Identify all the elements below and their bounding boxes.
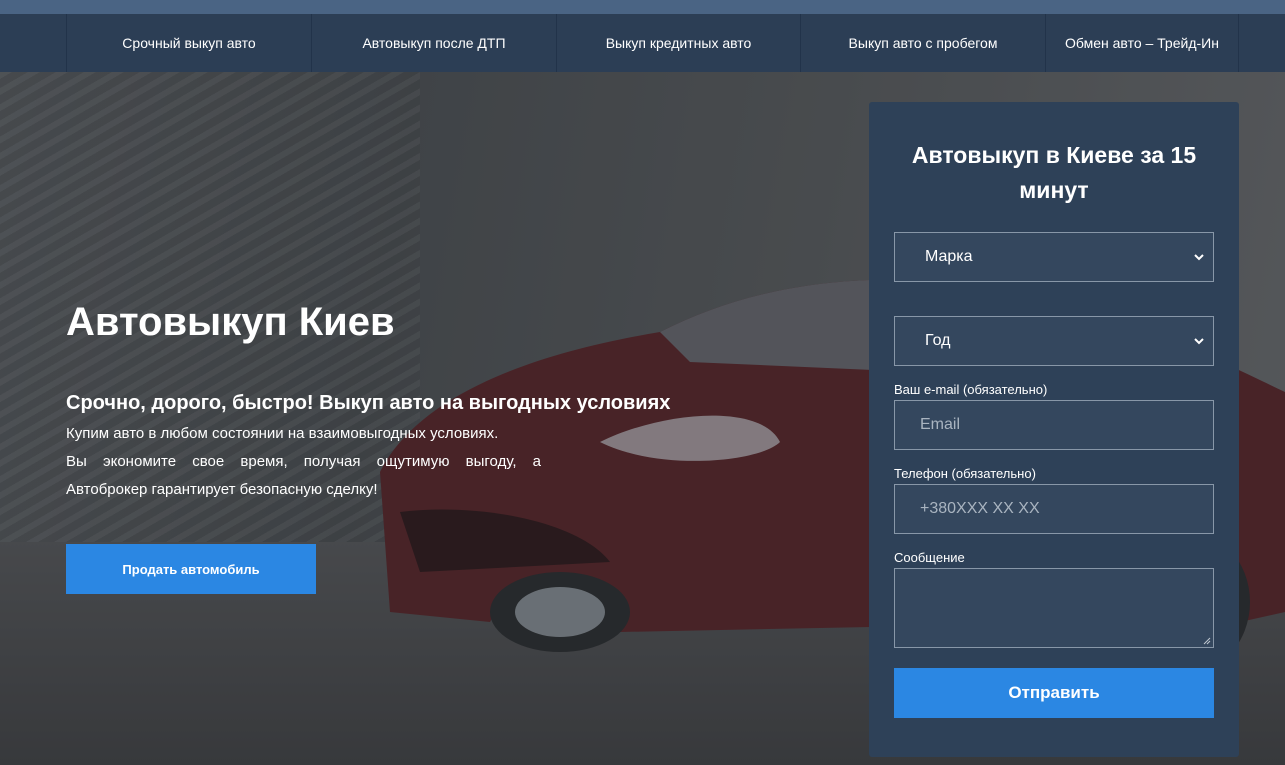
message-field[interactable] [894,568,1214,648]
nav-item-label: Выкуп авто с пробегом [848,35,998,51]
nav-item-trade-in[interactable]: Обмен авто – Трейд-Ин [1045,14,1239,72]
submit-button[interactable]: Отправить [894,668,1214,718]
message-label: Сообщение [894,550,965,565]
year-select-value: Год [925,332,951,349]
top-strip [0,0,1285,14]
hero-subtitle: Срочно, дорого, быстро! Выкуп авто на вы… [66,392,671,414]
sell-car-button[interactable]: Продать автомобиль [66,544,316,594]
email-placeholder: Email [920,416,961,433]
form-title: Автовыкуп в Киеве за 15 минут [911,142,1197,203]
chevron-down-icon [1194,254,1204,261]
hero-description-line2: Вы экономите свое время, получая ощутиму… [66,453,541,498]
nav-item-credit-cars[interactable]: Выкуп кредитных авто [556,14,800,72]
hero-description: Купим авто в любом состоянии на взаимовы… [66,420,541,504]
chevron-down-icon [1194,338,1204,345]
buyout-form: Автовыкуп в Киеве за 15 минут Марка Год … [869,102,1239,757]
nav-item-used-cars[interactable]: Выкуп авто с пробегом [800,14,1045,72]
nav-item-label: Обмен авто – Трейд-Ин [1065,35,1219,51]
phone-placeholder: +380XXX XX XX [920,500,1040,517]
nav-item-label: Срочный выкуп авто [122,35,256,51]
resize-grip-icon[interactable] [1203,637,1211,645]
hero-title: Автовыкуп Киев [66,300,395,344]
brand-select[interactable]: Марка [894,232,1214,282]
phone-field[interactable]: +380XXX XX XX [894,484,1214,534]
phone-label: Телефон (обязательно) [894,466,1036,481]
main-navigation: Срочный выкуп авто Автовыкуп после ДТП В… [0,14,1285,72]
nav-item-label: Выкуп кредитных авто [605,35,752,51]
nav-item-label: Автовыкуп после ДТП [362,35,506,51]
nav-item-after-accident[interactable]: Автовыкуп после ДТП [311,14,556,72]
brand-select-value: Марка [925,248,973,265]
hero-description-line1: Купим авто в любом состоянии на взаимовы… [66,425,499,442]
year-select[interactable]: Год [894,316,1214,366]
nav-item-urgent-buyout[interactable]: Срочный выкуп авто [66,14,311,72]
email-label: Ваш e-mail (обязательно) [894,382,1048,397]
email-field[interactable]: Email [894,400,1214,450]
